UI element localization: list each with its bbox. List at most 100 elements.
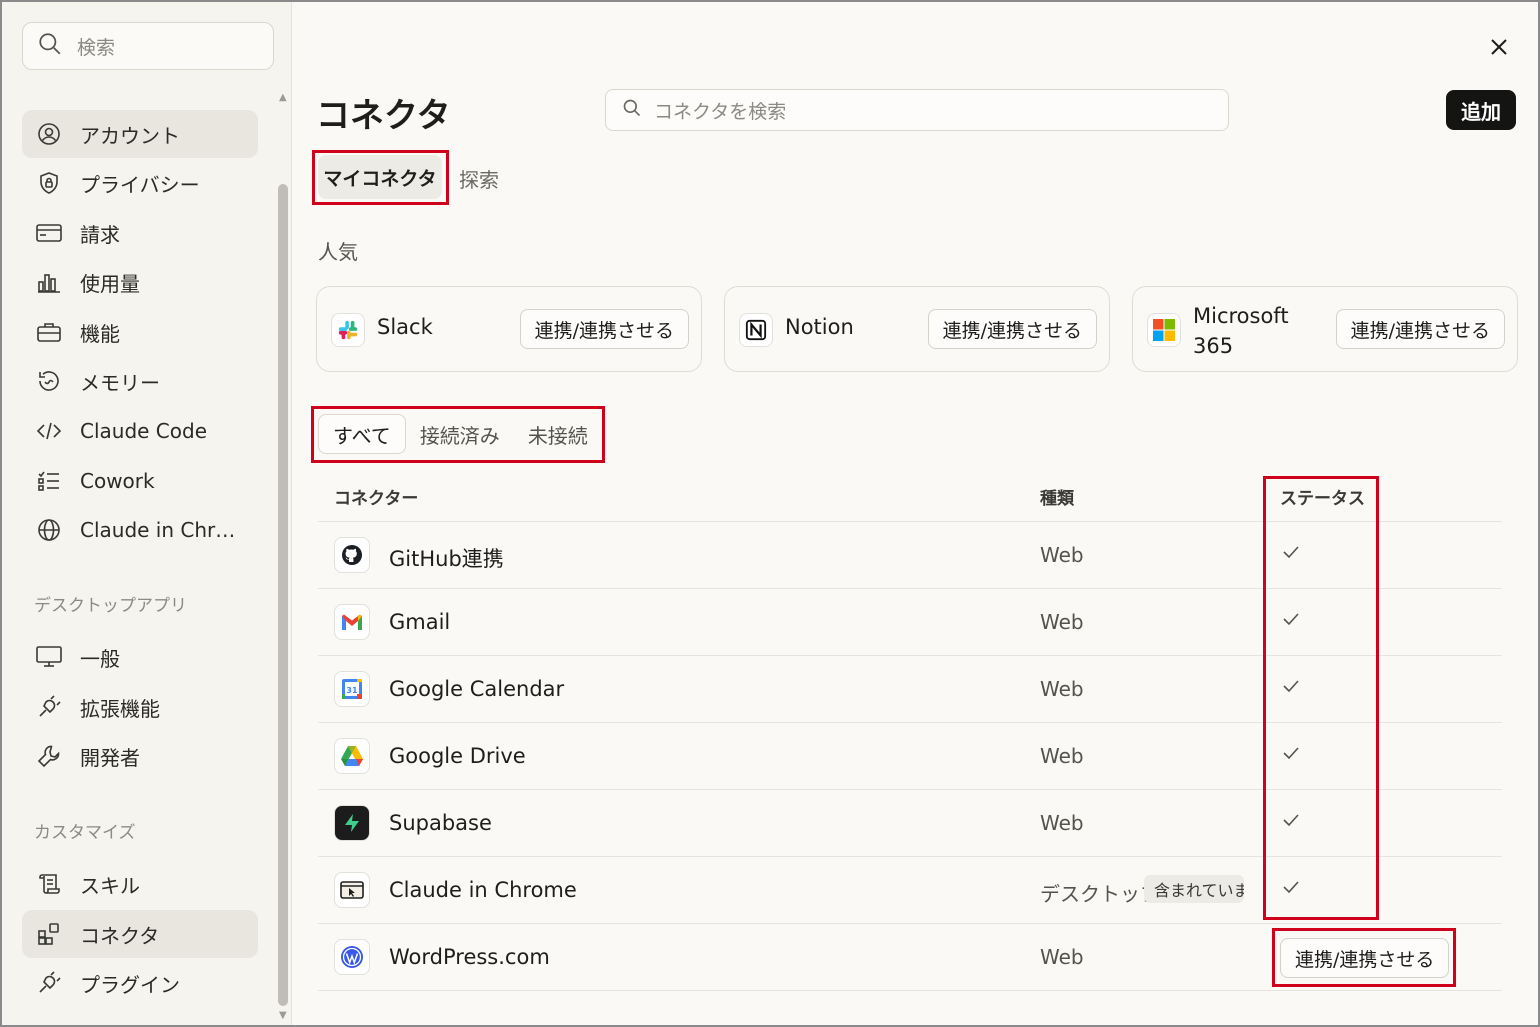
popular-card-slack: Slack 連携/連携させる (316, 286, 702, 372)
filter-not-connected[interactable]: 未接続 (514, 414, 602, 454)
grid-plus-icon (36, 921, 62, 947)
sidebar-item-connectors[interactable]: コネクタ (22, 910, 258, 958)
sidebar-item-label: Cowork (80, 469, 155, 493)
sidebar-item-usage[interactable]: 使用量 (22, 258, 258, 306)
settings-window: 検索 アカウント プライバシー 請求 使用量 機能 メモリー Claude Co… (0, 0, 1540, 1027)
sidebar-item-label: 拡張機能 (80, 696, 160, 721)
globe-icon (36, 517, 62, 543)
table-row[interactable]: Google Drive Web (318, 722, 1502, 789)
sidebar-item-label: 使用量 (80, 271, 140, 296)
column-header-connector: コネクター (334, 489, 419, 509)
sidebar-item-general[interactable]: 一般 (22, 633, 258, 681)
sidebar-item-label: Claude in Chr… (80, 518, 236, 542)
sidebar-item-cowork[interactable]: Cowork (22, 457, 258, 505)
sidebar-item-label: 請求 (80, 222, 120, 247)
section-customize: カスタマイズ (34, 823, 136, 843)
connect-button[interactable]: 連携/連携させる (519, 309, 689, 349)
table-row[interactable]: GitHub連携 Web (318, 521, 1502, 588)
check-icon (1282, 611, 1300, 631)
plug-icon (36, 694, 62, 720)
notion-logo-icon (739, 313, 773, 347)
connector-type: Web (1040, 543, 1084, 567)
sidebar-search[interactable]: 検索 (22, 22, 274, 70)
included-badge: 含まれています (1144, 875, 1244, 903)
table-row[interactable]: Supabase Web (318, 789, 1502, 856)
scroll-icon (36, 871, 62, 897)
popular-card-name: Slack (377, 315, 433, 339)
sidebar-item-claude-code[interactable]: Claude Code (22, 407, 258, 455)
briefcase-icon (36, 319, 62, 345)
search-icon (622, 98, 642, 122)
popular-card-name: Notion (785, 315, 854, 339)
connector-search-input[interactable]: コネクタを検索 (605, 89, 1229, 131)
sidebar-scrollbar[interactable] (278, 184, 288, 1006)
sidebar-item-privacy[interactable]: プライバシー (22, 159, 258, 207)
plug-icon (36, 970, 62, 996)
sidebar-item-memory[interactable]: メモリー (22, 357, 258, 405)
filter-all[interactable]: すべて (318, 414, 406, 454)
google-drive-logo-icon (334, 738, 370, 774)
check-icon (1282, 678, 1300, 698)
table-row[interactable]: WordPress.com Web 連携/連携させる (318, 923, 1502, 990)
scroll-up-arrow[interactable]: ▲ (279, 92, 287, 103)
account-circle-icon (36, 121, 62, 147)
sidebar-item-label: 一般 (80, 646, 120, 671)
popular-heading: 人気 (318, 240, 358, 264)
page-title: コネクタ (316, 96, 451, 136)
connect-button[interactable]: 連携/連携させる (1280, 938, 1450, 978)
close-button[interactable] (1484, 32, 1514, 62)
sidebar-item-label: コネクタ (80, 923, 160, 948)
connector-type: Web (1040, 677, 1084, 701)
sidebar-item-developer[interactable]: 開発者 (22, 732, 258, 780)
sidebar-item-features[interactable]: 機能 (22, 308, 258, 356)
table-row[interactable]: Gmail Web (318, 588, 1502, 655)
sidebar-item-label: アカウント (80, 123, 180, 148)
supabase-logo-icon (334, 805, 370, 841)
svg-text:31: 31 (346, 686, 358, 695)
connector-name: GitHub連携 (389, 547, 504, 571)
column-header-type: 種類 (1040, 489, 1074, 509)
sidebar-item-plugins[interactable]: プラグイン (22, 959, 258, 1007)
connector-name: Google Drive (389, 744, 526, 768)
sidebar-item-label: メモリー (80, 370, 160, 395)
sidebar-item-claude-in-chrome[interactable]: Claude in Chr… (22, 506, 258, 554)
tab-my-connectors[interactable]: マイコネクタ (318, 155, 442, 199)
check-icon (1282, 879, 1300, 899)
connector-search-placeholder: コネクタを検索 (654, 100, 787, 123)
tab-explore[interactable]: 探索 (459, 164, 499, 193)
sidebar-item-billing[interactable]: 請求 (22, 209, 258, 257)
table-row[interactable]: Claude in Chrome デスクトップ 含まれています (318, 856, 1502, 923)
section-desktop-app: デスクトップアプリ (34, 596, 187, 616)
connector-name: Supabase (389, 811, 492, 835)
check-icon (1282, 544, 1300, 564)
slack-logo-icon (331, 313, 365, 347)
scroll-down-arrow[interactable]: ▼ (279, 1010, 287, 1021)
popular-card-microsoft-365: Microsoft 365 連携/連携させる (1132, 286, 1518, 372)
sidebar-item-account[interactable]: アカウント (22, 110, 258, 158)
table-row[interactable]: 31 Google Calendar Web (318, 655, 1502, 722)
sidebar-item-label: プラグイン (80, 972, 180, 997)
connect-button[interactable]: 連携/連携させる (927, 309, 1097, 349)
sidebar-item-label: プライバシー (80, 172, 200, 197)
filter-tabs: すべて 接続済み 未接続 (318, 414, 602, 456)
connector-name: Claude in Chrome (389, 878, 577, 902)
wrench-icon (36, 743, 62, 769)
checklist-icon (36, 468, 62, 494)
google-calendar-logo-icon: 31 (334, 671, 370, 707)
popular-card-notion: Notion 連携/連携させる (724, 286, 1110, 372)
check-icon (1282, 812, 1300, 832)
sidebar-item-label: スキル (80, 873, 140, 898)
search-icon (37, 31, 63, 61)
connector-type: Web (1040, 945, 1084, 969)
connector-type: Web (1040, 811, 1084, 835)
bar-chart-icon (36, 269, 62, 295)
connect-button[interactable]: 連携/連携させる (1335, 309, 1505, 349)
connector-type: デスクトップ (1040, 882, 1160, 906)
sidebar-item-skills[interactable]: スキル (22, 860, 258, 908)
filter-connected[interactable]: 接続済み (406, 414, 514, 454)
connector-name: Gmail (389, 610, 451, 634)
sidebar-search-placeholder: 検索 (77, 36, 116, 59)
sidebar-item-extensions[interactable]: 拡張機能 (22, 683, 258, 731)
code-icon (36, 418, 62, 444)
add-button[interactable]: 追加 (1446, 90, 1516, 130)
